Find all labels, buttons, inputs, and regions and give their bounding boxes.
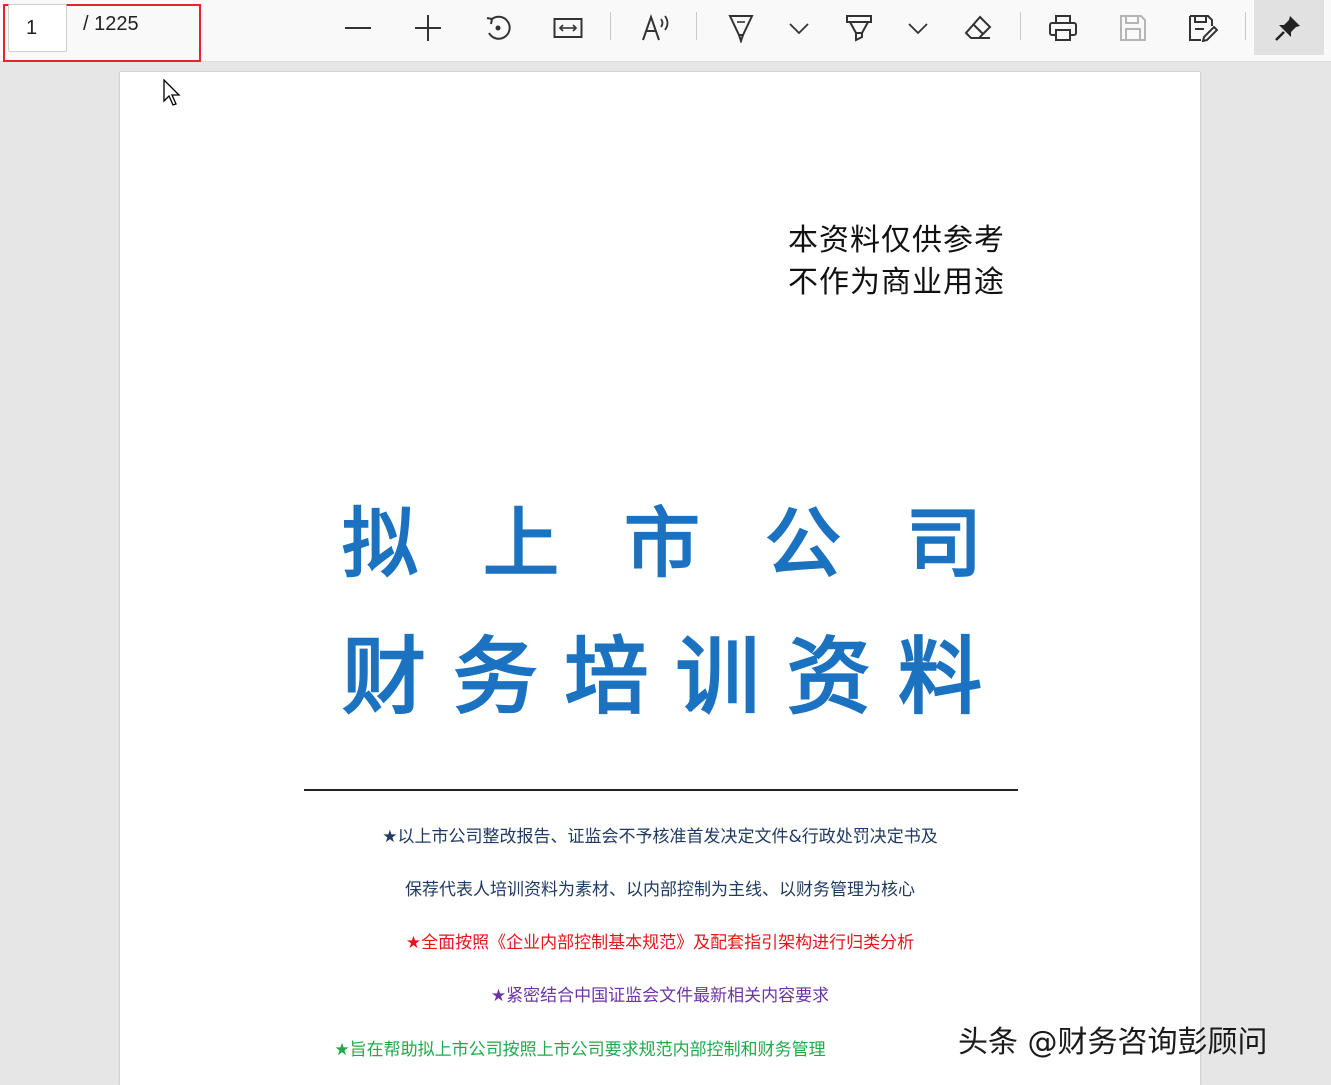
zoom-in-icon[interactable] [410, 0, 446, 56]
title-line-2: 财 务 培 训 资 料 [342, 610, 982, 731]
bullet-line: 保荐代表人培训资料为素材、以内部控制为主线、以财务管理为核心 [405, 880, 915, 900]
draw-icon[interactable] [724, 0, 758, 56]
bullet-line: ★紧密结合中国证监会文件最新相关内容要求 [490, 986, 830, 1006]
toolbar-separator [696, 12, 697, 40]
chevron-down-icon[interactable] [903, 0, 933, 56]
reference-note: 本资料仅供参考 不作为商业用途 [788, 220, 1005, 304]
zoom-out-icon[interactable] [340, 0, 376, 56]
save-as-icon[interactable] [1185, 0, 1221, 56]
highlight-icon[interactable] [842, 0, 876, 56]
bullet-line: ★以上市公司整改报告、证监会不予核准首发决定文件&行政处罚决定书及 [382, 827, 938, 847]
divider-line [304, 789, 1018, 791]
fit-width-icon[interactable] [550, 0, 586, 56]
title-char: 公 [765, 499, 841, 588]
note-line-2: 不作为商业用途 [788, 265, 1005, 300]
title-char: 料 [897, 627, 982, 726]
eraser-icon[interactable] [960, 0, 996, 56]
page-number-input[interactable]: 1 [8, 4, 67, 52]
title-char: 上 [483, 499, 559, 588]
title-char: 培 [564, 627, 649, 726]
bullet-line: ★全面按照《企业内部控制基本规范》及配套指引架构进行归类分析 [405, 933, 915, 953]
toolbar-separator [1245, 12, 1246, 40]
chevron-down-icon[interactable] [784, 0, 814, 56]
title-char: 市 [624, 499, 700, 588]
read-aloud-icon[interactable] [636, 0, 676, 56]
pdf-toolbar: 1 / 1225 [0, 0, 1331, 62]
print-icon[interactable] [1045, 0, 1081, 56]
title-char: 财 [342, 627, 427, 726]
toolbar-separator [610, 12, 611, 40]
title-char: 务 [453, 627, 538, 726]
rotate-icon[interactable] [480, 0, 516, 56]
mouse-cursor-icon [163, 78, 183, 111]
title-char: 训 [675, 627, 760, 726]
pdf-page: 本资料仅供参考 不作为商业用途 拟 上 市 公 司 财 务 培 训 资 料 ★以… [120, 72, 1200, 1085]
title-char: 司 [906, 499, 982, 588]
page-total-label: / 1225 [83, 13, 139, 35]
title-line-1: 拟 上 市 公 司 [342, 482, 982, 592]
title-char: 拟 [342, 499, 418, 588]
pin-icon[interactable] [1270, 0, 1306, 56]
toolbar-separator [1020, 12, 1021, 40]
note-line-1: 本资料仅供参考 [788, 223, 1005, 258]
title-char: 资 [786, 627, 871, 726]
save-icon[interactable] [1115, 0, 1151, 56]
watermark-text: 头条 @财务咨询彭顾问 [958, 1025, 1268, 1060]
